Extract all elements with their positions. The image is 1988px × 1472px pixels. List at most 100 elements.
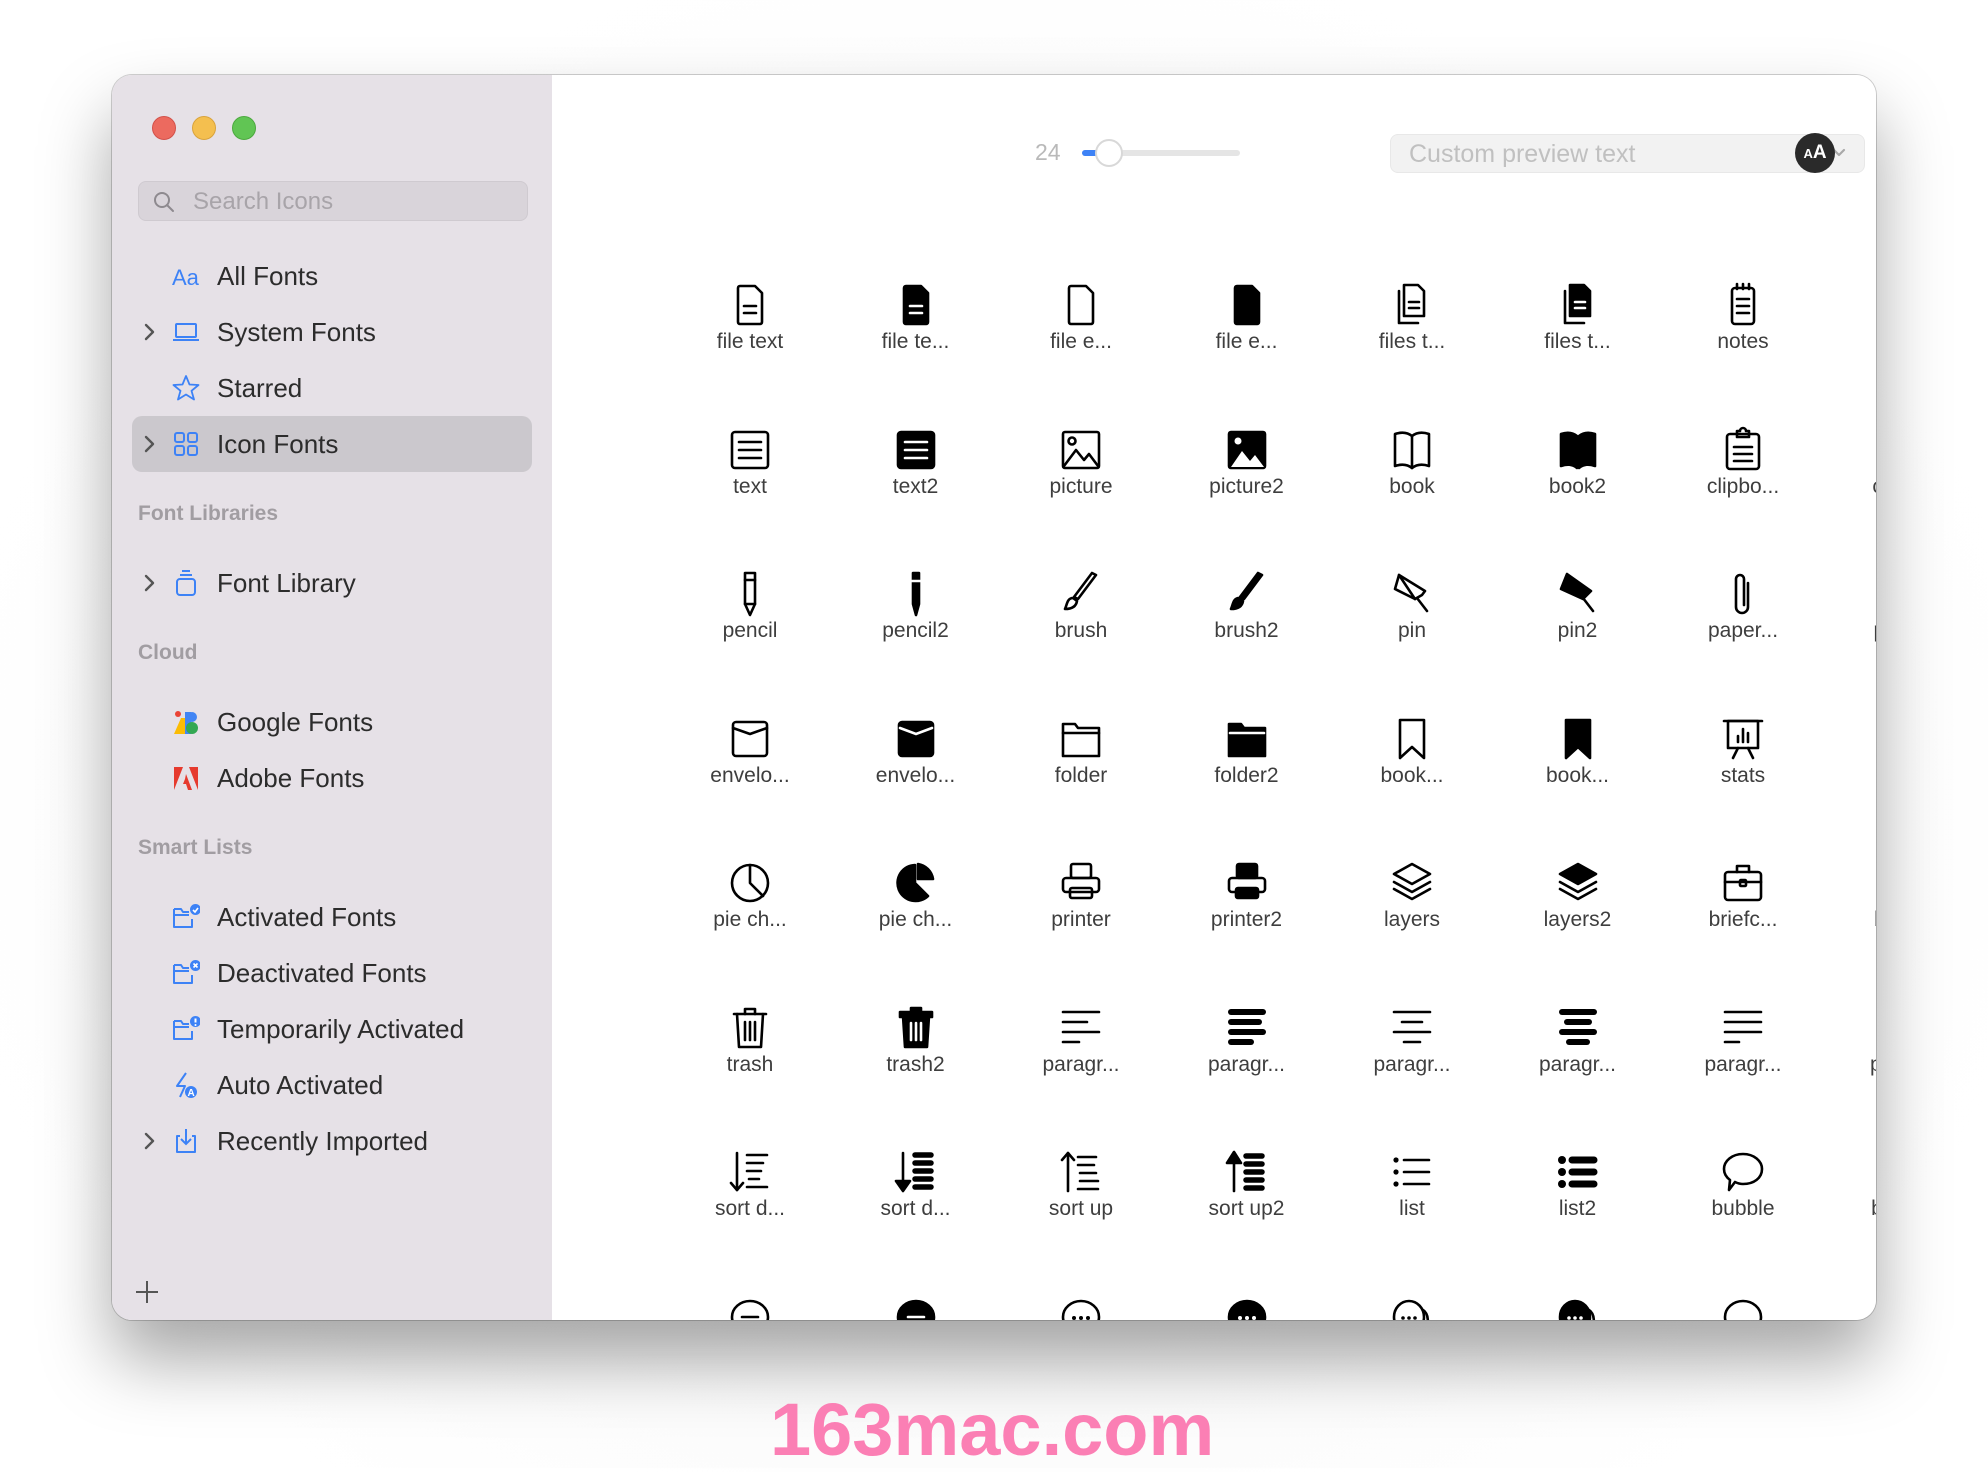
icon-cell[interactable]: notes: [1668, 270, 1818, 390]
icon-cell[interactable]: folder2: [1172, 704, 1322, 824]
close-button[interactable]: [152, 116, 176, 140]
icon-cell[interactable]: paper...: [1834, 559, 1876, 679]
icon-cell[interactable]: trash: [675, 993, 825, 1113]
icon-cell[interactable]: envelo...: [841, 704, 991, 824]
bubble-text-icon: [730, 1299, 770, 1320]
icon-cell[interactable]: printer2: [1172, 848, 1322, 968]
icon-cell[interactable]: pie ch...: [675, 848, 825, 968]
icon-cell[interactable]: brush2: [1172, 559, 1322, 679]
icon-cell[interactable]: notes2: [1834, 270, 1877, 390]
sidebar-item-recently-imported[interactable]: Recently Imported: [132, 1113, 532, 1169]
icon-cell[interactable]: paragr...: [1172, 993, 1322, 1113]
sidebar-item-font-library[interactable]: Font Library: [132, 555, 532, 611]
icon-cell[interactable]: paragr...: [1834, 993, 1876, 1113]
icon-cell[interactable]: file text: [675, 270, 825, 390]
add-icon[interactable]: [132, 1277, 162, 1307]
icon-cell[interactable]: paper...: [1668, 559, 1818, 679]
icon-cell[interactable]: sort up2: [1172, 1137, 1322, 1257]
icon-cell[interactable]: pin2: [1503, 559, 1653, 679]
pin-fill-icon: [1559, 572, 1594, 613]
icon-cell[interactable]: bubble2: [1834, 1137, 1876, 1257]
chevron-right-icon[interactable]: [142, 433, 158, 455]
icon-cell[interactable]: files t...: [1337, 270, 1487, 390]
icon-cell[interactable]: trash2: [841, 993, 991, 1113]
sidebar-item-auto-activated[interactable]: A Auto Activated: [132, 1057, 532, 1113]
list-icon: [1393, 1157, 1431, 1187]
icon-cell[interactable]: sort d...: [841, 1137, 991, 1257]
icon-cell[interactable]: paragr...: [1503, 993, 1653, 1113]
icon-cell[interactable]: envelo...: [675, 704, 825, 824]
chevron-right-icon[interactable]: [142, 572, 158, 594]
sidebar-item-google-fonts[interactable]: Google Fonts: [132, 694, 532, 750]
icon-cell[interactable]: book2: [1503, 415, 1653, 535]
icon-name: paper...: [1707, 619, 1779, 642]
icon-name: notes: [1717, 330, 1769, 353]
icon-cell[interactable]: picture2: [1172, 415, 1322, 535]
icon-cell[interactable]: [675, 1282, 825, 1320]
icon-cell[interactable]: picture: [1006, 415, 1156, 535]
icon-cell[interactable]: book: [1337, 415, 1487, 535]
icon-cell[interactable]: pencil: [675, 559, 825, 679]
icon-cell[interactable]: briefc...: [1834, 848, 1876, 968]
paperclip-icon: [1734, 573, 1750, 615]
sidebar-item-system-fonts[interactable]: System Fonts: [132, 304, 532, 360]
icon-cell[interactable]: paragr...: [1006, 993, 1156, 1113]
icon-cell[interactable]: layers: [1337, 848, 1487, 968]
sidebar-item-all-fonts[interactable]: Aa All Fonts: [132, 248, 532, 304]
icon-cell[interactable]: sort d...: [675, 1137, 825, 1257]
icon-cell[interactable]: list: [1337, 1137, 1487, 1257]
minimize-button[interactable]: [192, 116, 216, 140]
icon-cell[interactable]: bubble: [1668, 1137, 1818, 1257]
icon-cell[interactable]: [1503, 1282, 1653, 1320]
icon-name: pin2: [1557, 619, 1598, 642]
icon-cell[interactable]: clipbo...: [1834, 415, 1876, 535]
sidebar-item-icon-fonts[interactable]: Icon Fonts: [132, 416, 532, 472]
icon-cell[interactable]: layers2: [1503, 848, 1653, 968]
chevron-right-icon[interactable]: [142, 1130, 158, 1152]
icon-cell[interactable]: paragr...: [1337, 993, 1487, 1113]
file-text-icon: [736, 284, 764, 326]
icon-cell[interactable]: sort up: [1006, 1137, 1156, 1257]
icon-cell[interactable]: paragr...: [1668, 993, 1818, 1113]
icon-cell[interactable]: files t...: [1503, 270, 1653, 390]
icon-cell[interactable]: [1006, 1282, 1156, 1320]
maximize-button[interactable]: [232, 116, 256, 140]
icon-cell[interactable]: list2: [1503, 1137, 1653, 1257]
icon-cell[interactable]: brush: [1006, 559, 1156, 679]
icon-cell[interactable]: file e...: [1172, 270, 1322, 390]
icon-cell[interactable]: pin: [1337, 559, 1487, 679]
icon-cell[interactable]: briefc...: [1668, 848, 1818, 968]
search-input[interactable]: [191, 182, 515, 222]
icon-cell[interactable]: pencil2: [841, 559, 991, 679]
icon-cell[interactable]: folder: [1006, 704, 1156, 824]
sidebar-item-activated-fonts[interactable]: Activated Fonts: [132, 889, 532, 945]
icon-cell[interactable]: [1172, 1282, 1322, 1320]
icon-cell[interactable]: [1834, 1282, 1877, 1321]
printer-icon: [1061, 862, 1101, 900]
para-center-fill-icon: [1558, 1008, 1597, 1045]
icon-cell[interactable]: [1337, 1282, 1487, 1320]
sidebar-item-temporarily-activated[interactable]: Temporarily Activated: [132, 1001, 532, 1057]
icon-cell[interactable]: stats: [1668, 704, 1818, 824]
icon-cell[interactable]: [1668, 1282, 1818, 1320]
icon-cell[interactable]: clipbo...: [1668, 415, 1818, 535]
icon-cell[interactable]: [841, 1282, 991, 1320]
chevron-right-icon[interactable]: [142, 321, 158, 343]
sidebar-item-deactivated-fonts[interactable]: Deactivated Fonts: [132, 945, 532, 1001]
icon-cell[interactable]: file e...: [1006, 270, 1156, 390]
icon-name: paragr...: [1042, 1052, 1120, 1076]
envelope-fill-icon: [897, 720, 934, 757]
search-field[interactable]: [138, 181, 528, 222]
icon-cell[interactable]: book...: [1337, 704, 1487, 824]
icon-cell[interactable]: text: [675, 415, 825, 535]
icon-cell[interactable]: printer: [1006, 848, 1156, 968]
icon-cell[interactable]: book...: [1503, 704, 1653, 824]
icon-cell[interactable]: stats2: [1834, 704, 1877, 824]
sidebar-item-starred[interactable]: Starred: [132, 360, 532, 416]
icon-cell[interactable]: file te...: [841, 270, 991, 390]
icon-cell[interactable]: pie ch...: [841, 848, 991, 968]
sidebar-item-adobe-fonts[interactable]: Adobe Fonts: [132, 750, 532, 806]
icon-name: pie ch...: [713, 908, 787, 931]
icon-cell[interactable]: text2: [841, 415, 991, 535]
icon-name: paper...: [1834, 619, 1876, 643]
